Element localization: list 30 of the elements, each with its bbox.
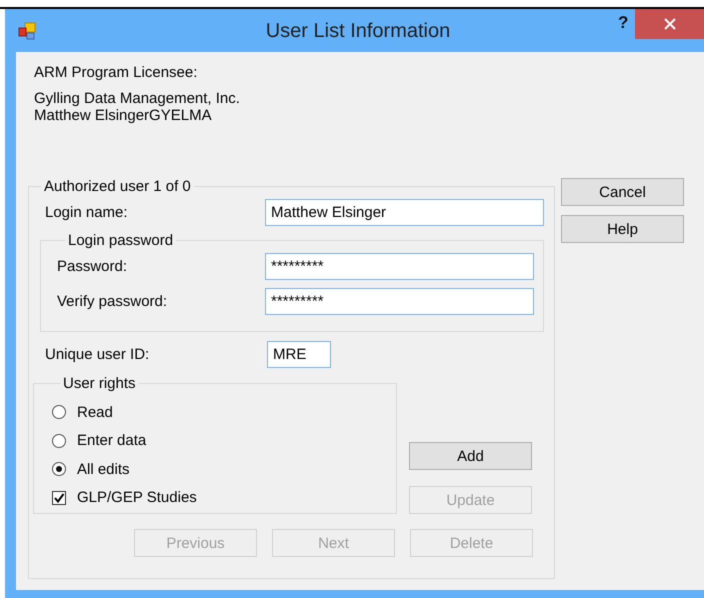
radio-button[interactable] (52, 434, 66, 448)
group-title: Login password (67, 232, 174, 249)
dialog-button[interactable]: Add (409, 442, 532, 470)
field-label: Login name: (45, 204, 128, 221)
window-title: User List Information (264, 20, 452, 43)
password-field[interactable]: ********* (265, 253, 534, 280)
close-icon (664, 18, 676, 30)
option-label[interactable]: All edits (77, 460, 130, 478)
group-title: User rights (62, 375, 137, 392)
close-button[interactable] (635, 9, 704, 39)
licensee-text: Matthew ElsingerGYELMA (34, 107, 213, 124)
option-label[interactable]: GLP/GEP Studies (77, 489, 197, 506)
licensee-heading: ARM Program Licensee: (34, 64, 198, 81)
user-id-field[interactable]: MRE (267, 341, 331, 368)
help-button[interactable]: ? (618, 13, 628, 33)
licensee-text: Gylling Data Management, Inc. (34, 90, 241, 107)
field-label: Verify password: (57, 293, 168, 310)
group-title: Authorized user 1 of 0 (43, 178, 192, 195)
radio-button[interactable] (52, 462, 66, 476)
field-label: Password: (57, 258, 128, 275)
field-label: Unique user ID: (45, 346, 150, 363)
radio-button[interactable] (52, 405, 66, 420)
password-field[interactable]: ********* (265, 288, 534, 315)
option-label[interactable]: Enter data (77, 432, 146, 450)
login-name-field[interactable]: Matthew Elsinger (265, 199, 544, 226)
dialog-button[interactable]: Cancel (561, 178, 684, 206)
dialog-button[interactable]: Help (561, 215, 684, 243)
option-label[interactable]: Read (77, 404, 113, 421)
checkbox[interactable] (52, 490, 66, 505)
app-icon (18, 22, 36, 40)
